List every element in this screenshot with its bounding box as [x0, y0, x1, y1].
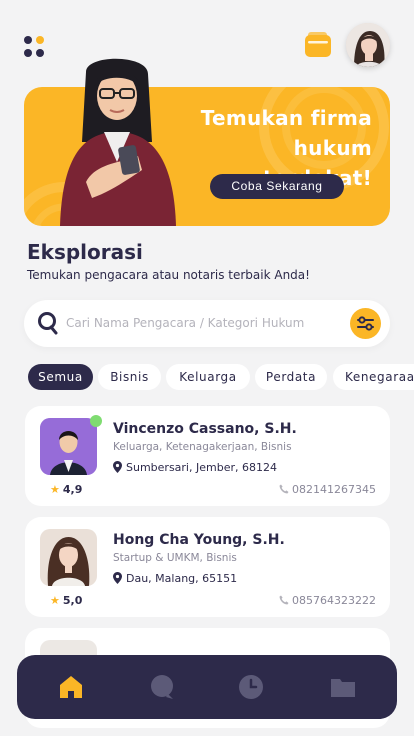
lawyer-phone-number: 085764323222: [292, 594, 376, 607]
lawyer-illustration: [60, 58, 176, 226]
lawyer-phone-number: 082141267345: [292, 483, 376, 496]
location-pin-icon: [113, 461, 122, 473]
phone-icon: [279, 595, 289, 605]
clock-icon[interactable]: [237, 673, 265, 701]
lawyer-rating-value: 5,0: [62, 594, 83, 607]
lawyer-location: Sumbersari, Jember, 68124: [113, 461, 277, 474]
lawyer-phone[interactable]: 085764323222: [279, 594, 376, 607]
app-screen: Temukan firma hukum terdekat! Coba Sekar…: [0, 0, 414, 736]
grid-dots-icon[interactable]: [24, 36, 46, 58]
chip-perdata[interactable]: Perdata: [255, 364, 327, 390]
filter-button[interactable]: [350, 308, 381, 339]
section-subtitle: Temukan pengacara atau notaris terbaik A…: [27, 268, 310, 282]
lawyer-rating-value: 4,9: [62, 483, 83, 496]
chip-bisnis[interactable]: Bisnis: [98, 364, 161, 390]
lawyer-photo: [40, 529, 97, 586]
star-icon: ★: [50, 483, 60, 496]
lawyer-location: Dau, Malang, 65151: [113, 572, 237, 585]
lawyer-photo: [40, 418, 97, 475]
lawyer-card[interactable]: Vincenzo Cassano, S.H. Keluarga, Ketenag…: [25, 406, 390, 506]
bottom-navigation: [17, 655, 397, 719]
lawyer-location-text: Dau, Malang, 65151: [126, 572, 238, 585]
chip-keluarga[interactable]: Keluarga: [166, 364, 250, 390]
lawyer-location-text: Sumbersari, Jember, 68124: [126, 461, 277, 474]
banner-title-line1: Temukan firma: [200, 106, 372, 130]
lawyer-rating: ★ 4,9: [50, 483, 82, 496]
try-now-button[interactable]: Coba Sekarang: [210, 174, 344, 199]
section-title: Eksplorasi: [27, 240, 143, 264]
online-status-dot: [90, 415, 102, 427]
lawyer-name: Vincenzo Cassano, S.H.: [113, 421, 297, 437]
lawyer-categories: Keluarga, Ketenagakerjaan, Bisnis: [113, 441, 292, 453]
wallet-icon[interactable]: [304, 32, 332, 58]
lawyer-name: Hong Cha Young, S.H.: [113, 532, 285, 548]
home-icon[interactable]: [57, 673, 85, 701]
lawyer-categories: Startup & UMKM, Bisnis: [113, 552, 237, 564]
search-input[interactable]: [66, 312, 326, 334]
chip-semua[interactable]: Semua: [28, 364, 93, 390]
star-icon: ★: [50, 594, 60, 607]
chat-icon[interactable]: [148, 673, 176, 701]
avatar[interactable]: [346, 23, 390, 67]
search-bar: [24, 300, 390, 347]
phone-icon: [279, 484, 289, 494]
lawyer-card[interactable]: Hong Cha Young, S.H. Startup & UMKM, Bis…: [25, 517, 390, 617]
lawyer-rating: ★ 5,0: [50, 594, 82, 607]
lawyer-phone[interactable]: 082141267345: [279, 483, 376, 496]
folder-icon[interactable]: [329, 673, 357, 701]
search-icon: [38, 312, 58, 335]
filter-sliders-icon: [357, 316, 374, 331]
chip-kenegaraan[interactable]: Kenegaraan: [333, 364, 414, 390]
location-pin-icon: [113, 572, 122, 584]
